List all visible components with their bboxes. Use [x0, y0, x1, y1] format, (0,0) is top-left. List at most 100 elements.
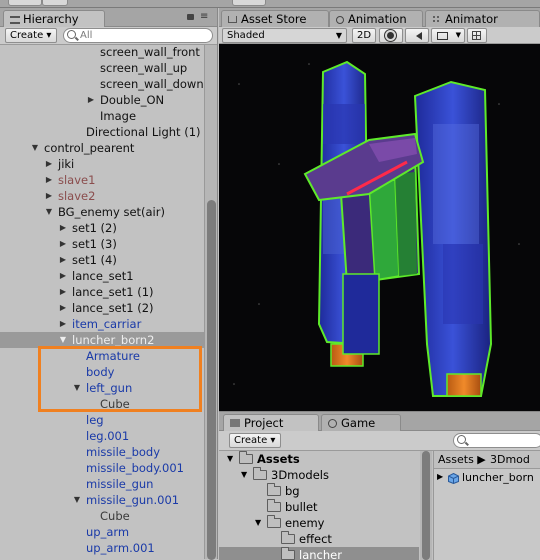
hierarchy-row-label: set1 (3): [72, 237, 117, 251]
hierarchy-row[interactable]: screen_wall_front: [0, 45, 204, 60]
chevron-down-icon: ▼: [335, 31, 342, 40]
project-assets-pane: Assets ▶ 3Dmod ▶ luncher_born: [433, 451, 540, 560]
breadcrumb-child[interactable]: 3Dmod: [490, 453, 530, 466]
hierarchy-row-label: lance_set1 (1): [72, 285, 154, 299]
project-scrollbar[interactable]: [420, 451, 432, 560]
shading-mode-dropdown[interactable]: Shaded ▼: [222, 28, 347, 43]
collapsed-arrow-icon[interactable]: ▶: [58, 220, 68, 236]
hierarchy-create-button[interactable]: Create ▾: [5, 28, 57, 43]
hierarchy-row[interactable]: ▶ set1 (4): [0, 252, 204, 268]
folder-icon: [253, 467, 267, 480]
top-toolbar-strip: [0, 0, 540, 8]
panel-menu-icon[interactable]: ≡: [200, 11, 208, 22]
hierarchy-row-label: missile_body: [86, 445, 161, 459]
asset-item[interactable]: ▶ luncher_born: [434, 471, 540, 487]
collapsed-arrow-icon[interactable]: ▶: [58, 252, 68, 268]
effects-dropdown[interactable]: ▼: [431, 28, 465, 43]
hierarchy-row[interactable]: screen_wall_up: [0, 60, 204, 76]
scrollbar-thumb[interactable]: [207, 200, 216, 560]
project-folder-row[interactable]: lancher: [219, 547, 419, 560]
expanded-arrow-icon[interactable]: ▼: [72, 492, 82, 508]
collapsed-arrow-icon[interactable]: ▶: [58, 316, 68, 332]
hierarchy-row[interactable]: leg: [0, 412, 204, 428]
project-create-button[interactable]: Create ▾: [229, 433, 281, 448]
hierarchy-row[interactable]: ▶ slave1: [0, 172, 204, 188]
cart-icon: [228, 16, 237, 23]
hierarchy-row[interactable]: ▶ set1 (2): [0, 220, 204, 236]
scene-viewport[interactable]: [219, 44, 540, 411]
hierarchy-row[interactable]: ▼ BG_enemy set(air): [0, 204, 204, 220]
tab-animator[interactable]: Animator: [425, 10, 540, 27]
expanded-arrow-icon[interactable]: ▼: [241, 467, 247, 483]
collapsed-arrow-icon[interactable]: ▶: [58, 236, 68, 252]
hierarchy-row[interactable]: ▶ lance_set1 (2): [0, 300, 204, 316]
hierarchy-scrollbar[interactable]: [204, 45, 217, 560]
hierarchy-row[interactable]: ▶ item_carriar: [0, 316, 204, 332]
move-tool-button[interactable]: [42, 0, 68, 6]
animator-icon: [432, 15, 441, 24]
hierarchy-row[interactable]: Image: [0, 108, 204, 124]
collapsed-arrow-icon[interactable]: ▶: [44, 156, 54, 172]
project-folder-row[interactable]: ▼ enemy: [219, 515, 419, 531]
hierarchy-row[interactable]: ▶ lance_set1 (1): [0, 284, 204, 300]
project-folder-row[interactable]: bullet: [219, 499, 419, 515]
hierarchy-row[interactable]: leg.001: [0, 428, 204, 444]
expanded-arrow-icon[interactable]: ▼: [44, 204, 54, 220]
hand-tool-button[interactable]: [8, 0, 42, 6]
project-folder-row[interactable]: bg: [219, 483, 419, 499]
hierarchy-row[interactable]: ▶ jiki: [0, 156, 204, 172]
tab-game[interactable]: Game: [321, 414, 401, 431]
hierarchy-row[interactable]: up_arm.001: [0, 540, 204, 556]
expanded-arrow-icon[interactable]: ▼: [255, 515, 261, 531]
hierarchy-row[interactable]: ▼ missile_gun.001: [0, 492, 204, 508]
tab-hierarchy[interactable]: Hierarchy: [3, 10, 105, 27]
hierarchy-row[interactable]: ▶ set1 (3): [0, 236, 204, 252]
audio-toggle[interactable]: [405, 28, 429, 43]
hierarchy-row-label: screen_wall_up: [100, 61, 188, 75]
hierarchy-tabbar: Hierarchy ≡: [0, 8, 217, 27]
hierarchy-row[interactable]: missile_body: [0, 444, 204, 460]
hierarchy-tree: screen_wall_front screen_wall_up screen_wa…: [0, 45, 204, 559]
tab-animation[interactable]: Animation: [329, 10, 423, 27]
expanded-arrow-icon[interactable]: ▼: [227, 451, 233, 467]
hierarchy-row-label: control_pearent: [44, 141, 135, 155]
chevron-down-icon: ▼: [455, 31, 461, 39]
project-folder-row[interactable]: ▼ Assets: [219, 451, 419, 467]
hierarchy-row[interactable]: ▼ control_pearent: [0, 140, 204, 156]
mode-2d-toggle[interactable]: 2D: [352, 28, 376, 43]
hierarchy-search-input[interactable]: All: [63, 28, 213, 43]
collapsed-arrow-icon[interactable]: ▶: [44, 172, 54, 188]
hierarchy-row[interactable]: missile_gun: [0, 476, 204, 492]
hierarchy-row[interactable]: screen_wall_down: [0, 76, 204, 92]
tab-project[interactable]: Project: [223, 414, 319, 431]
gizmo-grid-button[interactable]: [467, 28, 487, 43]
lighting-toggle[interactable]: [379, 28, 403, 43]
collapsed-arrow-icon[interactable]: ▶: [58, 300, 68, 316]
right-arm-mesh: [413, 80, 493, 397]
hierarchy-row-label: leg: [86, 413, 104, 427]
breadcrumb-root[interactable]: Assets ▶: [438, 453, 486, 466]
collapsed-arrow-icon[interactable]: ▶: [58, 284, 68, 300]
project-folder-row[interactable]: effect: [219, 531, 419, 547]
scrollbar-thumb[interactable]: [422, 451, 430, 560]
hierarchy-row[interactable]: missile_body.001: [0, 460, 204, 476]
scene-tabbar: Asset Store Animation Animator: [219, 8, 540, 27]
hierarchy-row[interactable]: Cube: [0, 508, 204, 524]
animation-icon: [336, 16, 344, 24]
hierarchy-row-label: screen_wall_front: [100, 45, 200, 59]
expanded-arrow-icon[interactable]: ▼: [30, 140, 40, 156]
hierarchy-row-label: jiki: [58, 157, 75, 171]
hierarchy-row[interactable]: ▶ slave2: [0, 188, 204, 204]
hierarchy-row[interactable]: up_arm: [0, 524, 204, 540]
hierarchy-row[interactable]: ▶ lance_set1: [0, 268, 204, 284]
hierarchy-row[interactable]: ▶ Double_ON: [0, 92, 204, 108]
lock-icon[interactable]: [187, 14, 194, 20]
play-button[interactable]: [232, 0, 266, 6]
collapsed-arrow-icon[interactable]: ▶: [86, 92, 96, 108]
collapsed-arrow-icon[interactable]: ▶: [58, 268, 68, 284]
tab-asset-store[interactable]: Asset Store: [221, 10, 329, 27]
project-folder-row[interactable]: ▼ 3Dmodels: [219, 467, 419, 483]
collapsed-arrow-icon[interactable]: ▶: [44, 188, 54, 204]
hierarchy-row[interactable]: Directional Light (1): [0, 124, 204, 140]
project-search-input[interactable]: [453, 433, 540, 448]
